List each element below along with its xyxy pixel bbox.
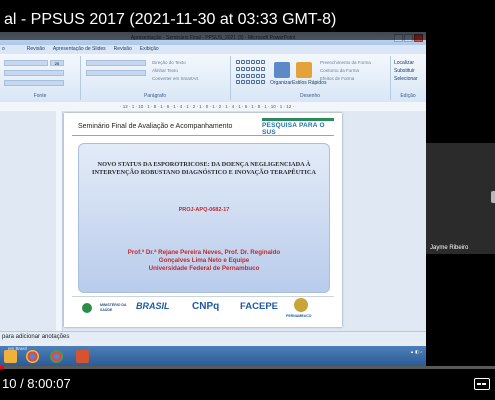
video-title: al - PPSUS 2017 (2021-11-30 at 03:33 GMT…	[0, 0, 495, 40]
pernambuco-logo: PERNAMBUCO	[286, 314, 312, 318]
align-text-button[interactable]: Alinhar Texto	[152, 68, 178, 73]
arrange-button[interactable]: Organizar	[270, 80, 292, 86]
chrome-icon[interactable]	[26, 350, 39, 363]
font-group: 20 Fonte	[0, 56, 81, 100]
participant-name: Jayme Ribeiro	[430, 245, 469, 251]
tab-view[interactable]: Exibição	[140, 45, 159, 54]
editing-group-caption: Edição	[400, 93, 416, 99]
shapes-gallery[interactable]	[236, 60, 268, 86]
header-divider	[72, 135, 334, 136]
project-title: NOVO STATUS DA ESPOROTRICOSE: DA DOENÇA …	[92, 161, 316, 176]
facepe-logo: FACEPE	[240, 301, 279, 312]
powerpoint-icon[interactable]	[76, 350, 89, 363]
slide-workspace: Seminário Final de Avaliação e Acompanha…	[0, 111, 426, 331]
tab-slideshow[interactable]: Apresentação de Slides	[53, 45, 106, 54]
authors-line-2: Gonçalves Lima Neto e Equipe	[158, 257, 250, 264]
font-size-dropdown[interactable]: 20	[50, 60, 64, 66]
pesquisa-sus-logo: PESQUISA PARA O SUS	[262, 118, 334, 136]
font-group-caption: Fonte	[33, 93, 47, 99]
captions-icon[interactable]	[474, 378, 490, 390]
arrange-icon[interactable]	[274, 62, 290, 78]
chrome-icon-2[interactable]	[50, 350, 63, 363]
institution: Universidade Federal de Pernambuco	[148, 265, 260, 272]
shape-fill-button[interactable]: Preenchimento da Forma	[320, 60, 371, 65]
font-color-buttons[interactable]	[4, 80, 64, 86]
shape-outline-button[interactable]: Contorno da Forma	[320, 68, 359, 73]
system-tray[interactable]: ▲ ◧ ♪	[410, 349, 422, 354]
editing-group: Localizar Substituir Selecionar Edição	[390, 56, 426, 100]
notes-placeholder: para adicionar anotações	[2, 334, 70, 340]
notes-pane[interactable]: para adicionar anotações	[0, 331, 426, 342]
text-direction-button[interactable]: Direção do Texto	[152, 60, 186, 65]
sus-emblem-icon	[82, 303, 92, 313]
quick-styles-icon[interactable]	[296, 62, 312, 78]
time-display: 10 / 8:00:07	[2, 376, 71, 391]
vertical-ruler	[56, 111, 63, 331]
ribbon-tabs: o Revisão Apresentação de Slides Revisão…	[0, 45, 426, 54]
align-buttons[interactable]	[86, 70, 146, 76]
slide-header: Seminário Final de Avaliação e Acompanha…	[78, 123, 233, 130]
drawing-group: Organizar Estilos Rápidos Preenchimento …	[230, 56, 391, 100]
ribbon: 20 Fonte Direção do Texto Alinhar Texto …	[0, 54, 426, 103]
slide[interactable]: Seminário Final de Avaliação e Acompanha…	[64, 113, 342, 327]
sponsor-logos: MINISTÉRIO DA SAÚDE BRASIL CNPq FACEPE P…	[72, 296, 334, 325]
shape-effects-button[interactable]: Efeitos de Forma	[320, 76, 354, 81]
progress-played	[0, 366, 4, 369]
tab-review[interactable]: Revisão	[114, 45, 132, 54]
windows-taskbar: em Brasil ▲ ◧ ♪	[0, 346, 426, 366]
tab-insert[interactable]: o	[2, 45, 5, 54]
participant-tile: Jayme Ribeiro	[426, 143, 495, 254]
player-controls	[0, 366, 495, 400]
replace-button[interactable]: Substituir	[394, 68, 415, 74]
tab-design[interactable]: Revisão	[27, 45, 45, 54]
project-code: PROJ-APQ-0682-17	[178, 207, 230, 213]
drawing-group-caption: Desenho	[299, 93, 320, 99]
ruler-ticks: · 12 · 1 · 10 · 1 · 8 · 1 · 6 · 1 · 4 · …	[120, 104, 295, 109]
font-format-buttons[interactable]	[4, 70, 64, 76]
paragraph-group: Direção do Texto Alinhar Texto Converter…	[80, 56, 231, 100]
find-button[interactable]: Localizar	[394, 60, 414, 66]
shared-screen: Apresentação - Seminário Final - PPSUS_2…	[0, 32, 426, 366]
authors: Prof.ª Dr.ª Rejane Pereira Neves, Prof. …	[99, 249, 309, 273]
brasil-logo: BRASIL	[136, 301, 170, 311]
progress-bar[interactable]	[0, 366, 495, 369]
cnpq-logo: CNPq	[192, 301, 220, 312]
pesquisa-sus-logo-text: PESQUISA PARA O SUS	[262, 122, 325, 136]
list-buttons[interactable]	[86, 60, 146, 66]
paragraph-group-caption: Parágrafo	[144, 93, 166, 99]
font-name-dropdown[interactable]	[4, 60, 48, 66]
smartart-button[interactable]: Converter em SmartArt	[152, 76, 198, 81]
pernambuco-seal-icon	[294, 298, 308, 312]
authors-line-1: Prof.ª Dr.ª Rejane Pereira Neves, Prof. …	[127, 249, 281, 256]
folder-icon[interactable]	[4, 350, 17, 363]
ministerio-logo: MINISTÉRIO DA SAÚDE	[100, 303, 127, 312]
select-button[interactable]: Selecionar	[394, 76, 418, 82]
tile-edge-handle	[491, 191, 495, 203]
title-panel: NOVO STATUS DA ESPOROTRICOSE: DA DOENÇA …	[78, 143, 330, 293]
